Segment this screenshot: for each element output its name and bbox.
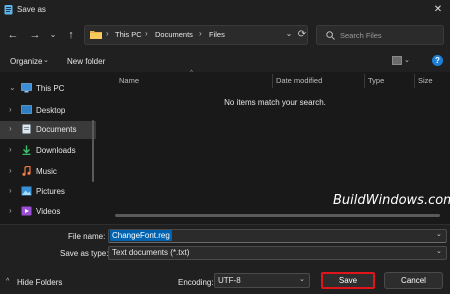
chevron-up-icon[interactable]: ^ bbox=[6, 278, 9, 285]
empty-folder-message: No items match your search. bbox=[224, 98, 326, 107]
encoding-label: Encoding: bbox=[178, 278, 214, 287]
chevron-down-icon[interactable]: ⌄ bbox=[299, 275, 305, 283]
breadcrumb-files[interactable]: Files bbox=[209, 30, 225, 39]
sidebar-item-downloads[interactable]: › Downloads bbox=[0, 142, 96, 160]
sidebar-item-label: Videos bbox=[36, 207, 61, 216]
chevron-right-icon[interactable]: › bbox=[9, 105, 12, 114]
save-as-type-value: Text documents (*.txt) bbox=[112, 248, 190, 257]
sidebar-item-label: Pictures bbox=[36, 187, 65, 196]
sidebar-item-videos[interactable]: › Videos bbox=[0, 203, 96, 221]
chevron-down-icon[interactable]: ⌄ bbox=[404, 56, 410, 64]
save-button[interactable]: Save bbox=[321, 272, 375, 289]
close-button[interactable]: ✕ bbox=[430, 2, 446, 18]
window-title: Save as bbox=[17, 5, 46, 14]
sidebar-item-this-pc[interactable]: ⌄ This PC bbox=[0, 80, 96, 98]
sidebar-item-label: This PC bbox=[36, 84, 65, 93]
breadcrumb-separator: › bbox=[106, 29, 109, 38]
folder-icon bbox=[90, 31, 102, 39]
sidebar-item-label: Documents bbox=[36, 125, 77, 134]
address-dropdown-button[interactable]: ⌄ bbox=[284, 29, 294, 41]
hide-folders-button[interactable]: Hide Folders bbox=[17, 278, 62, 287]
search-icon bbox=[326, 31, 335, 40]
notepad-icon bbox=[4, 5, 13, 15]
computer-icon bbox=[21, 83, 32, 93]
sidebar-item-label: Music bbox=[36, 167, 57, 176]
chevron-down-icon[interactable]: ⌄ bbox=[436, 230, 442, 238]
chevron-right-icon[interactable]: › bbox=[9, 166, 12, 175]
chevron-down-icon[interactable]: ⌄ bbox=[9, 83, 16, 92]
file-name-label: File name: bbox=[68, 232, 106, 241]
title-bar bbox=[0, 0, 450, 20]
column-header-row: Name Date modified Type Size bbox=[100, 74, 450, 88]
save-as-type-label: Save as type: bbox=[60, 249, 109, 258]
sidebar-item-desktop[interactable]: › Desktop bbox=[0, 102, 96, 120]
new-folder-button[interactable]: New folder bbox=[67, 57, 105, 66]
horizontal-scrollbar[interactable] bbox=[115, 214, 440, 217]
column-divider[interactable] bbox=[414, 74, 415, 88]
breadcrumb-separator: › bbox=[145, 29, 148, 38]
recent-locations-button[interactable]: ⌄ bbox=[46, 27, 60, 43]
chevron-right-icon[interactable]: › bbox=[9, 124, 12, 133]
refresh-button[interactable]: ⟳ bbox=[296, 28, 308, 42]
documents-icon bbox=[22, 124, 31, 134]
chevron-right-icon[interactable]: › bbox=[9, 145, 12, 154]
watermark-text: BuildWindows.com bbox=[333, 193, 450, 208]
music-icon bbox=[22, 166, 31, 176]
sidebar-item-music[interactable]: › Music bbox=[0, 163, 96, 181]
search-input[interactable] bbox=[340, 30, 440, 40]
desktop-icon bbox=[21, 105, 32, 114]
column-date-modified[interactable]: Date modified bbox=[276, 76, 322, 85]
column-name[interactable]: Name bbox=[119, 76, 139, 85]
column-size[interactable]: Size bbox=[418, 76, 433, 85]
chevron-down-icon: ⌄ bbox=[43, 57, 49, 64]
cancel-button[interactable]: Cancel bbox=[384, 272, 443, 289]
chevron-right-icon[interactable]: › bbox=[9, 186, 12, 195]
organize-button[interactable]: Organize bbox=[10, 57, 42, 66]
sidebar-item-pictures[interactable]: › Pictures bbox=[0, 183, 96, 201]
encoding-value: UTF-8 bbox=[218, 276, 241, 285]
view-options-icon[interactable] bbox=[392, 56, 402, 65]
back-button[interactable]: ← bbox=[6, 27, 20, 43]
breadcrumb-separator: › bbox=[199, 29, 202, 38]
help-button[interactable]: ? bbox=[432, 55, 443, 66]
sidebar-scrollbar[interactable] bbox=[92, 120, 94, 182]
column-divider[interactable] bbox=[364, 74, 365, 88]
sidebar-item-label: Downloads bbox=[36, 146, 76, 155]
chevron-down-icon[interactable]: ⌄ bbox=[436, 247, 442, 255]
pictures-icon bbox=[21, 186, 32, 196]
breadcrumb-documents[interactable]: Documents bbox=[155, 30, 193, 39]
up-button[interactable]: ↑ bbox=[64, 27, 78, 43]
sidebar-item-label: Desktop bbox=[36, 106, 66, 115]
sidebar-item-documents[interactable]: › Documents bbox=[0, 121, 96, 139]
sort-indicator-icon: ^ bbox=[190, 70, 193, 76]
breadcrumb-this-pc[interactable]: This PC bbox=[115, 30, 142, 39]
forward-button[interactable]: → bbox=[28, 27, 42, 43]
download-icon bbox=[22, 145, 31, 155]
chevron-right-icon[interactable]: › bbox=[9, 206, 12, 215]
videos-icon bbox=[21, 206, 32, 216]
file-name-input[interactable]: ChangeFont.reg bbox=[110, 230, 172, 241]
column-divider[interactable] bbox=[272, 74, 273, 88]
column-type[interactable]: Type bbox=[368, 76, 384, 85]
